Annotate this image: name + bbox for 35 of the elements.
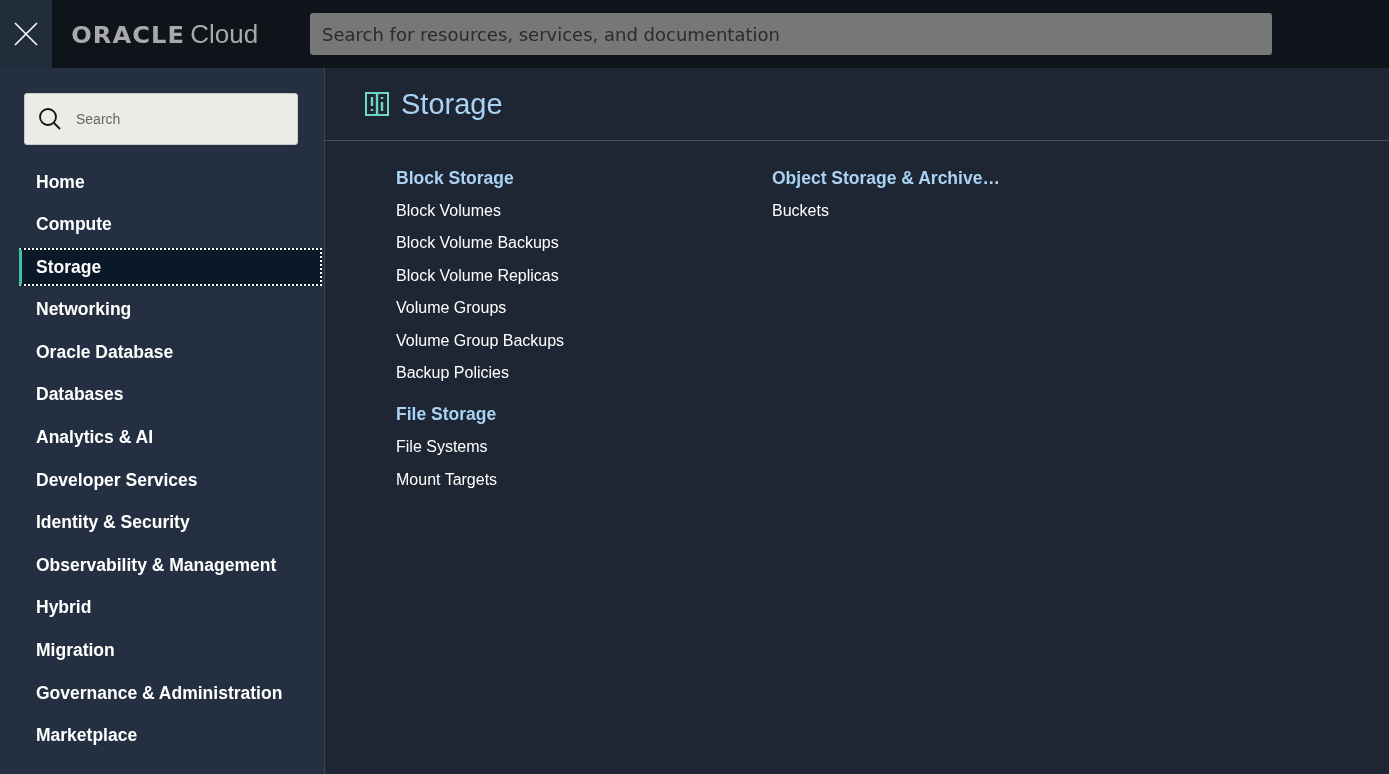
section-heading: Block Storage xyxy=(396,166,515,190)
search-field[interactable]: Search for resources, services, and documentation xyxy=(310,13,1272,55)
nav-item[interactable]: Hybrid xyxy=(19,588,322,627)
nav-item[interactable]: Identity & Security xyxy=(19,503,322,542)
nav-item[interactable]: Databases xyxy=(19,375,322,414)
storage-icon xyxy=(365,92,389,116)
service-link[interactable]: Mount Targets xyxy=(396,463,772,497)
product-name: Cloud xyxy=(190,18,259,50)
service-link[interactable]: Block Volume Backups xyxy=(396,227,772,260)
service-link[interactable]: Volume Group Backups xyxy=(396,324,772,357)
service-link[interactable]: Block Volumes xyxy=(396,195,772,228)
close-button[interactable] xyxy=(0,0,52,68)
nav-item[interactable]: Oracle Database xyxy=(19,333,322,372)
search-icon xyxy=(38,107,62,131)
nav-item[interactable]: Analytics & AI xyxy=(19,418,322,457)
section-heading: Object Storage & Archive… xyxy=(772,166,1001,190)
service-link[interactable]: Backup Policies xyxy=(396,356,772,390)
nav-item[interactable]: Developer Services xyxy=(19,461,322,500)
service-link[interactable]: Block Volume Replicas xyxy=(396,259,772,293)
nav-item[interactable]: Governance & Administration xyxy=(19,674,322,713)
section-heading: File Storage xyxy=(396,402,498,426)
service-link[interactable]: File Systems xyxy=(396,431,772,464)
service-link[interactable]: Buckets xyxy=(772,195,1148,228)
nav-item[interactable]: Migration xyxy=(19,631,322,670)
nav-item[interactable]: Networking xyxy=(19,290,322,329)
service-link[interactable]: Volume Groups xyxy=(396,292,772,325)
close-icon xyxy=(14,22,38,46)
page-title: Storage xyxy=(401,87,503,121)
nav-item[interactable]: Marketplace xyxy=(19,716,322,755)
nav-item[interactable]: Compute xyxy=(19,205,322,244)
nav-item[interactable]: Storage xyxy=(19,248,322,287)
logo-wordmark: ORACLE xyxy=(71,21,185,48)
nav-item[interactable]: Observability & Management xyxy=(19,546,322,585)
search-field[interactable]: Search xyxy=(24,93,298,145)
nav-item[interactable]: Home xyxy=(19,163,322,201)
